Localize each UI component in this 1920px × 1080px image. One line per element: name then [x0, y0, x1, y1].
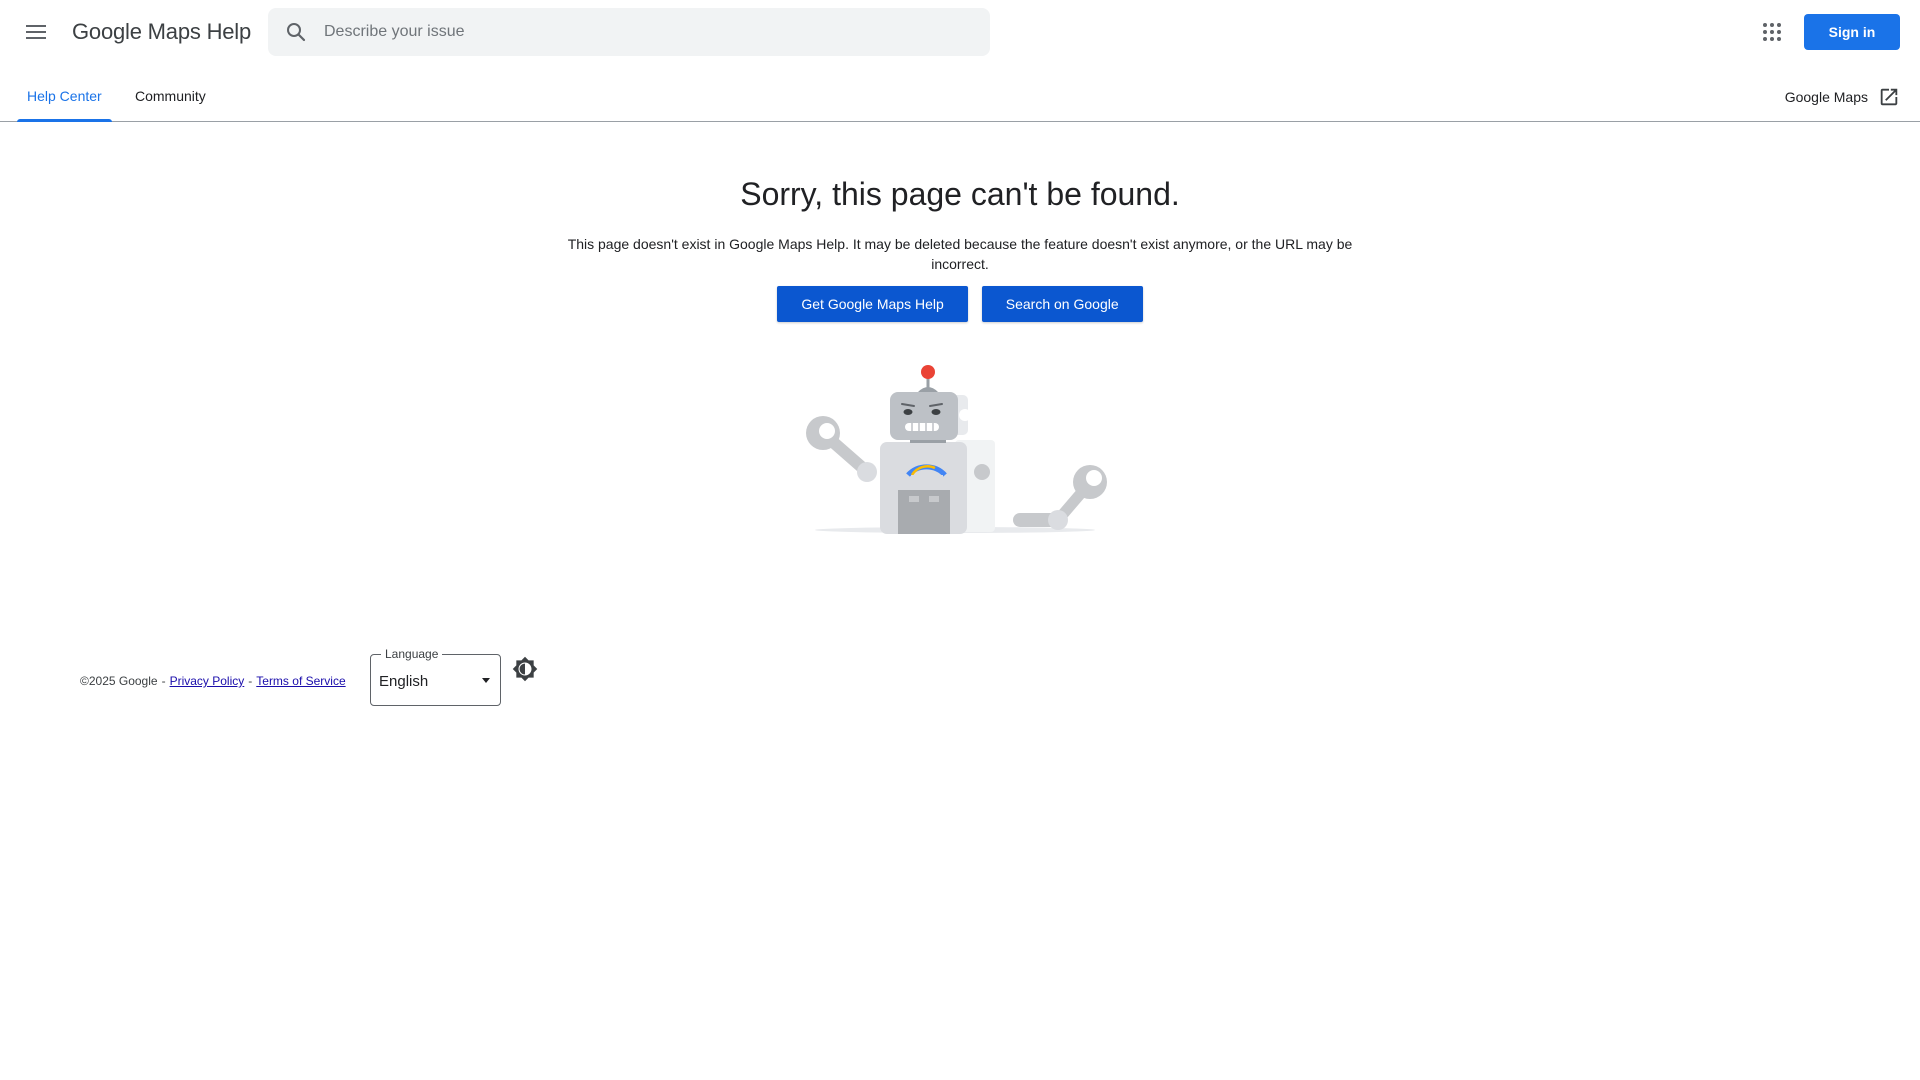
tab-community[interactable]: Community: [125, 72, 216, 121]
top-app-bar: Google Maps Help Sign in: [0, 0, 1920, 64]
language-value: English: [379, 673, 429, 690]
google-apps-button[interactable]: [1752, 12, 1792, 52]
open-in-new-icon: [1880, 88, 1898, 105]
dropdown-caret-icon: [482, 678, 490, 683]
external-link-label: Google Maps: [1784, 88, 1868, 105]
broken-robot-illustration: [806, 365, 1107, 534]
tab-bar: Help Center Community Google Maps: [0, 72, 1920, 122]
sign-in-button[interactable]: Sign in: [1804, 14, 1900, 50]
copyright-text: ©2025 Google: [80, 674, 158, 688]
main-menu-button[interactable]: [16, 12, 56, 52]
search-bar[interactable]: [268, 8, 990, 56]
get-help-button[interactable]: Get Google Maps Help: [777, 286, 968, 322]
hamburger-menu-icon: [26, 25, 46, 39]
search-icon[interactable]: [284, 20, 308, 44]
footer-separator: -: [248, 674, 253, 688]
brightness-toggle-icon[interactable]: [512, 656, 538, 682]
tab-help-center[interactable]: Help Center: [17, 72, 112, 122]
error-description: This page doesn't exist in Google Maps H…: [567, 236, 1353, 272]
footer: ©2025 Google - Privacy Policy - Terms of…: [80, 654, 346, 708]
search-on-google-button[interactable]: Search on Google: [981, 286, 1143, 322]
app-title[interactable]: Google Maps Help: [72, 19, 251, 45]
google-maps-external-link[interactable]: Google Maps: [1785, 72, 1900, 121]
privacy-policy-link[interactable]: Privacy Policy: [170, 674, 245, 688]
page-title: Sorry, this page can't be found.: [740, 176, 1180, 212]
language-select[interactable]: Language English: [370, 647, 501, 706]
search-input[interactable]: [324, 8, 964, 56]
footer-separator: -: [161, 674, 166, 688]
terms-of-service-link[interactable]: Terms of Service: [256, 674, 345, 688]
google-apps-grid-icon: [1763, 23, 1781, 41]
action-buttons: Get Google Maps Help Search on Google: [0, 286, 1920, 322]
language-label: Language: [381, 647, 443, 661]
